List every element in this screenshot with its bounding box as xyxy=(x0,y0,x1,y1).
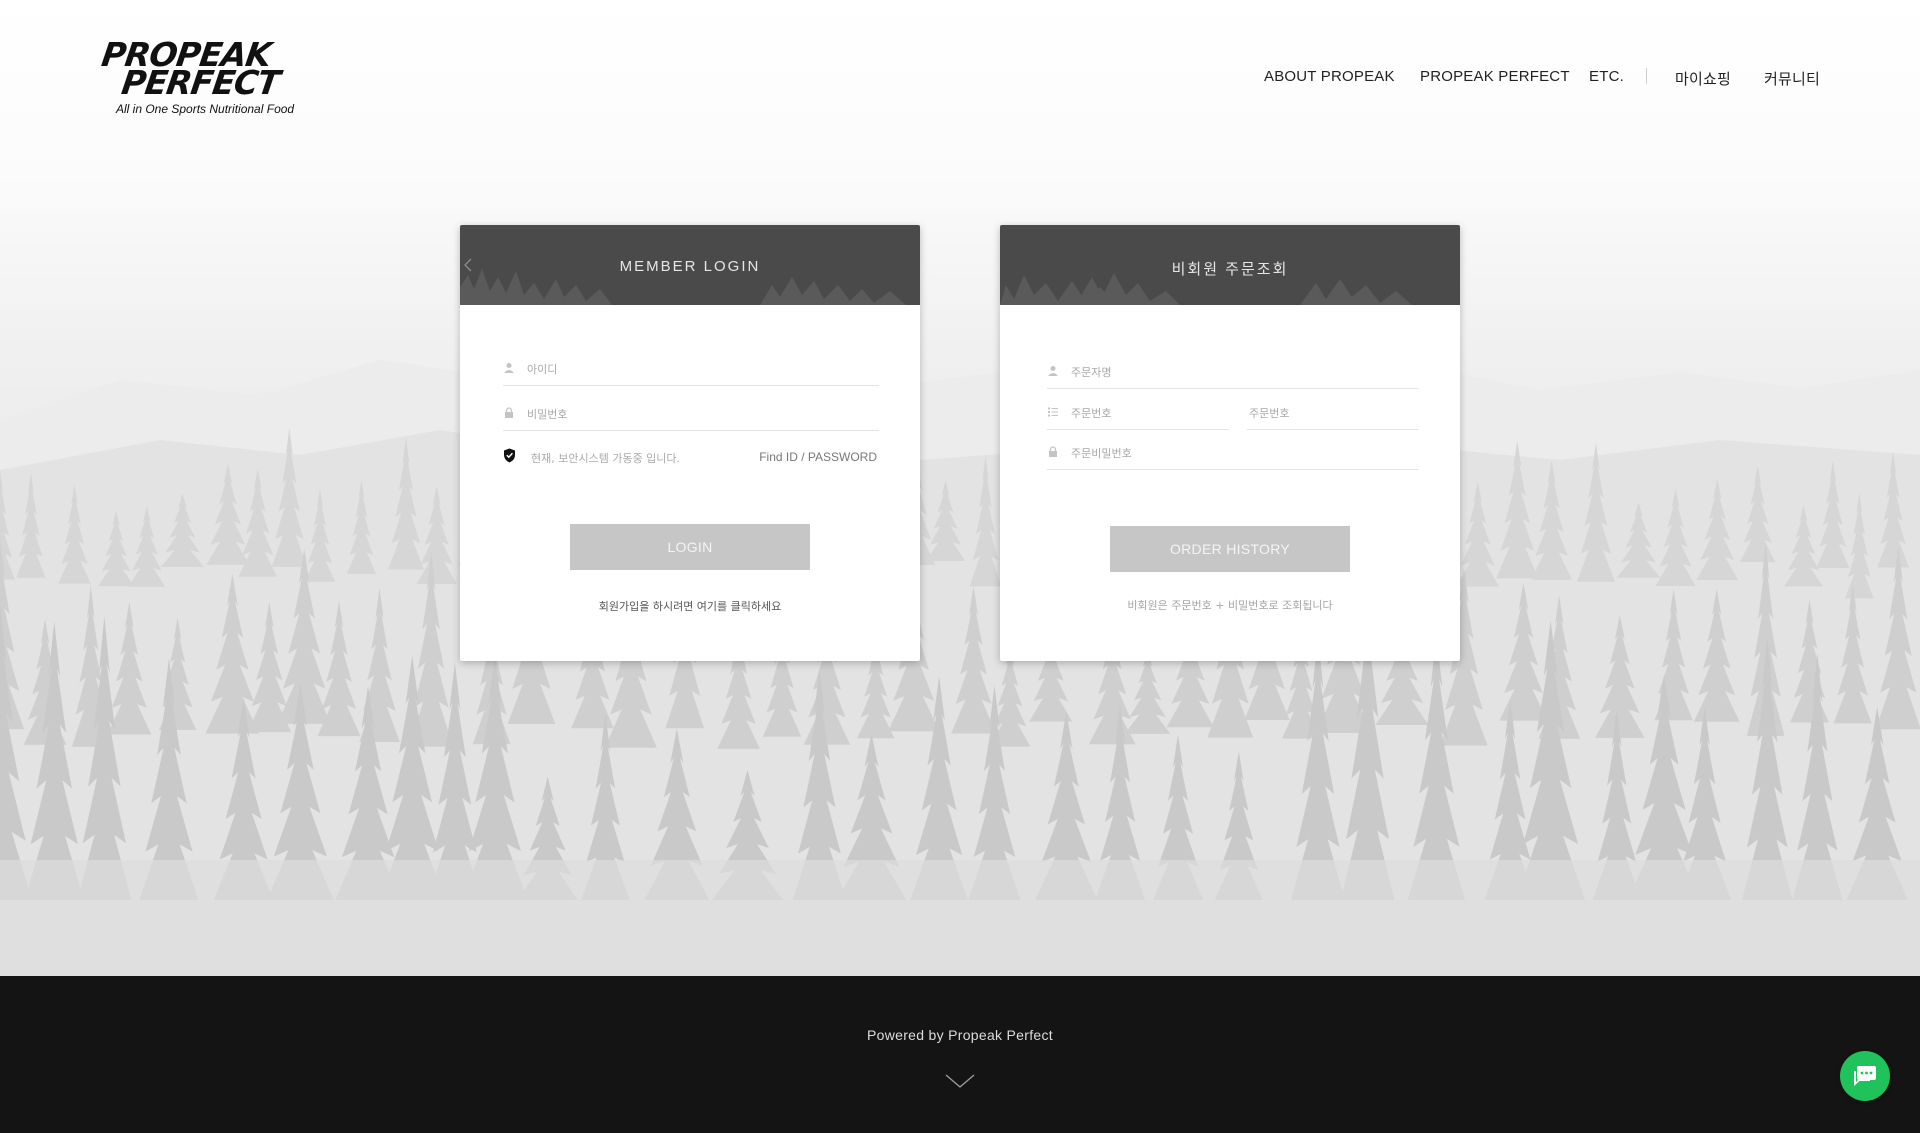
order-number-field-2[interactable] xyxy=(1247,398,1419,430)
password-field[interactable] xyxy=(503,399,879,431)
user-icon xyxy=(1048,366,1058,376)
logo-line-2: PERFECT xyxy=(119,63,282,102)
order-password-field[interactable] xyxy=(1047,438,1419,470)
find-id-password-link[interactable]: Find ID / PASSWORD xyxy=(759,450,877,464)
chevron-down-icon[interactable] xyxy=(945,1073,975,1089)
nav-community[interactable]: 커뮤니티 xyxy=(1764,68,1820,89)
powered-by-text: Powered by Propeak Perfect xyxy=(866,1027,1053,1043)
nav-my-shopping[interactable]: 마이쇼핑 xyxy=(1675,68,1731,89)
nav-divider xyxy=(1646,68,1647,84)
order-number-field-1[interactable] xyxy=(1047,398,1229,430)
orderer-name-input[interactable] xyxy=(1071,357,1419,387)
security-status-row: 현재, 보안시스템 가동중 입니다. Find ID / PASSWORD xyxy=(503,448,883,468)
page-footer: Powered by Propeak Perfect xyxy=(0,976,1920,1133)
brand-logo[interactable]: PROPEAK PERFECT All in One Sports Nutrit… xyxy=(99,35,322,120)
lock-icon xyxy=(1049,446,1057,457)
nav-propeak-perfect[interactable]: PROPEAK PERFECT xyxy=(1420,68,1570,85)
order-number-input-1[interactable] xyxy=(1071,398,1229,428)
security-status-text: 현재, 보안시스템 가동중 입니다. xyxy=(531,452,681,465)
login-button[interactable]: LOGIN xyxy=(570,524,810,570)
order-number-input-2[interactable] xyxy=(1249,398,1417,428)
signup-link[interactable]: 회원가입을 하시려면 여기를 클릭하세요 xyxy=(460,598,920,614)
guest-order-note: 비회원은 주문번호 + 비밀번호로 조회됩니다 xyxy=(1127,599,1333,612)
user-id-input[interactable] xyxy=(527,354,879,384)
order-history-button[interactable]: ORDER HISTORY xyxy=(1110,526,1350,572)
background-forest-scene xyxy=(0,0,1920,976)
list-icon xyxy=(1048,407,1058,417)
orderer-name-field[interactable] xyxy=(1047,357,1419,389)
user-icon xyxy=(504,363,514,373)
member-login-title: MEMBER LOGIN xyxy=(619,258,761,275)
guest-order-title: 비회원 주문조회 xyxy=(1171,261,1289,278)
forest-illustration xyxy=(0,350,1920,976)
logo-tagline: All in One Sports Nutritional Food xyxy=(116,102,295,116)
chat-icon xyxy=(1854,1066,1876,1086)
member-login-header: MEMBER LOGIN xyxy=(460,225,920,305)
password-input[interactable] xyxy=(527,399,879,429)
chat-button[interactable] xyxy=(1840,1051,1890,1101)
shield-check-icon xyxy=(504,448,515,463)
user-id-field[interactable] xyxy=(503,354,879,386)
member-login-card: MEMBER LOGIN xyxy=(460,225,920,661)
nav-about-propeak[interactable]: ABOUT PROPEAK xyxy=(1264,68,1395,85)
nav-etc[interactable]: ETC. xyxy=(1589,68,1624,85)
order-password-input[interactable] xyxy=(1071,438,1419,468)
lock-icon xyxy=(505,407,513,418)
guest-order-header: 비회원 주문조회 xyxy=(1000,225,1460,305)
